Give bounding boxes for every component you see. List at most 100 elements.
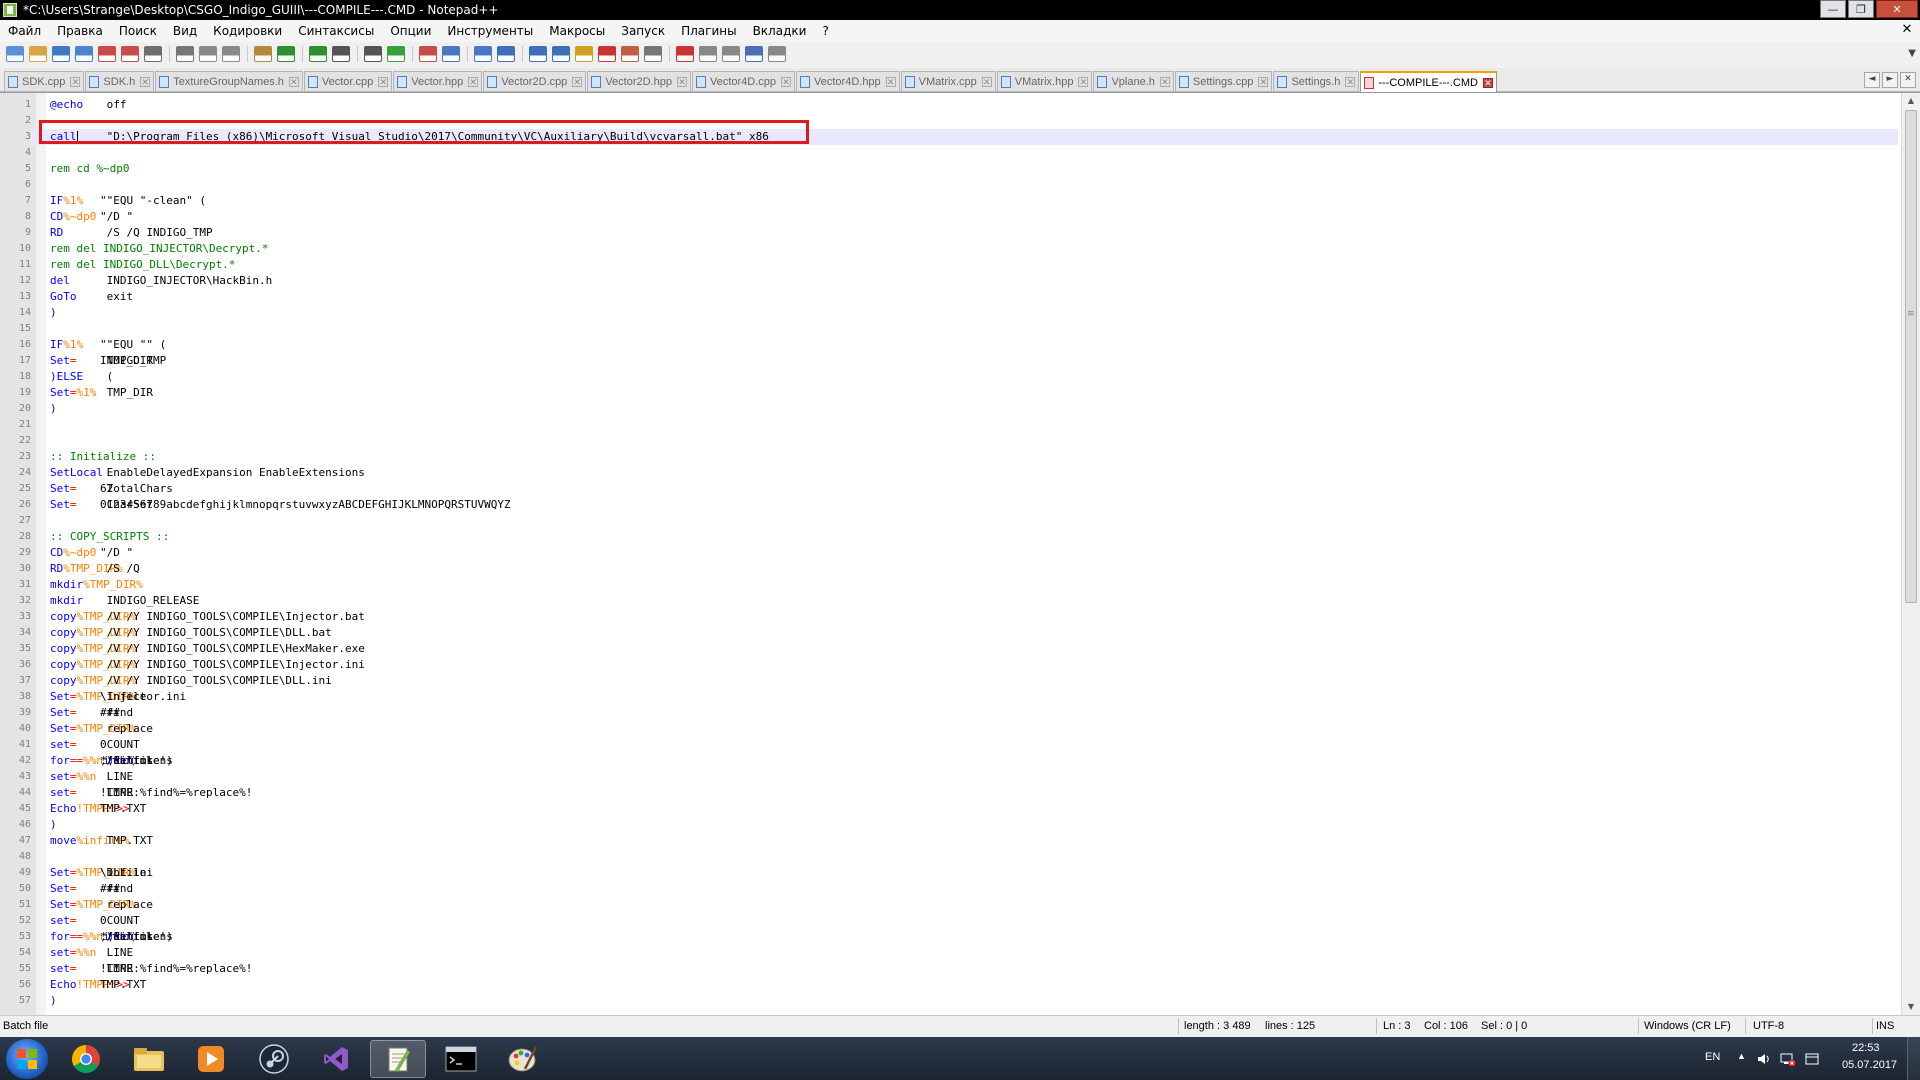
tray-language[interactable]: EN xyxy=(1705,1051,1720,1063)
tab-close-icon[interactable]: ✕ xyxy=(572,76,583,87)
code-line[interactable]: 44 set TMPR = !LINE:%find%=%replace%! xyxy=(0,785,1898,801)
tab-vplane-h[interactable]: Vplane.h ✕ xyxy=(1093,71,1174,91)
taskbar-paint[interactable] xyxy=(495,1040,551,1078)
scroll-up-icon[interactable]: ▲ xyxy=(1904,94,1918,108)
tab-settings-cpp[interactable]: Settings.cpp ✕ xyxy=(1174,71,1273,91)
code-line[interactable]: 22 xyxy=(0,433,1898,449)
code-line[interactable]: 52 set COUNT = 0 xyxy=(0,913,1898,929)
tab-close-icon[interactable]: ✕ xyxy=(676,76,687,87)
tab-close-icon[interactable]: ✕ xyxy=(1258,76,1269,87)
menu-plugins[interactable]: Плагины xyxy=(673,24,744,38)
cut-icon[interactable] xyxy=(176,46,194,62)
code-line[interactable]: 21 xyxy=(0,417,1898,433)
word-wrap-icon[interactable] xyxy=(474,46,492,62)
taskbar-visual-studio[interactable] xyxy=(308,1040,364,1078)
copy-icon[interactable] xyxy=(199,46,217,62)
tab-vector2d-cpp[interactable]: Vector2D.cpp ✕ xyxy=(483,71,587,91)
code-line[interactable]: 17 Set TMP_DIR = INDIGO_TMP xyxy=(0,353,1898,369)
tab-close-icon[interactable]: ✕ xyxy=(140,76,151,87)
play-macro-icon[interactable] xyxy=(722,46,740,62)
show-all-chars-icon[interactable] xyxy=(497,46,515,62)
code-line[interactable]: 49 Set infile =%TMP_DIR% \DLL.ini xyxy=(0,865,1898,881)
menu-encoding[interactable]: Кодировки xyxy=(205,24,290,38)
action-center-icon[interactable] xyxy=(1804,1051,1820,1067)
code-line[interactable]: 12 del INDIGO_INJECTOR\HackBin.h xyxy=(0,273,1898,289)
run-macro-multiple-icon[interactable] xyxy=(745,46,763,62)
tab-close-icon[interactable]: ✕ xyxy=(468,76,479,87)
tray-date[interactable]: 05.07.2017 xyxy=(1842,1059,1897,1071)
tray-show-hidden-icon[interactable]: ▲ xyxy=(1737,1051,1746,1061)
code-line[interactable]: 57) xyxy=(0,993,1898,1009)
save-icon[interactable] xyxy=(52,46,70,62)
code-line[interactable]: 50 Set find = ### xyxy=(0,881,1898,897)
new-file-icon[interactable] xyxy=(6,46,24,62)
start-button[interactable] xyxy=(6,1039,48,1079)
taskbar-chrome[interactable] xyxy=(58,1040,114,1078)
code-line[interactable]: 56 Echo !TMPR!>> TMP.TXT xyxy=(0,977,1898,993)
code-line[interactable]: 20) xyxy=(0,401,1898,417)
code-line[interactable]: 39 Set find = ### xyxy=(0,705,1898,721)
replace-icon[interactable] xyxy=(332,46,350,62)
menu-macro[interactable]: Макросы xyxy=(541,24,613,38)
code-editor[interactable]: 1 @echo off 2 3 call "D:\Program Files (x86)… xyxy=(0,92,1920,1015)
tab-scroll-right-button[interactable]: ► xyxy=(1882,72,1898,88)
menu-view[interactable]: Вид xyxy=(165,24,205,38)
code-line[interactable]: 6 xyxy=(0,177,1898,193)
tab-close-icon[interactable]: ✕ xyxy=(1345,76,1356,87)
restore-button[interactable]: ❐ xyxy=(1848,0,1874,18)
tab-vmatrix-cpp[interactable]: VMatrix.cpp ✕ xyxy=(900,71,996,91)
tab-vector4d-hpp[interactable]: Vector4D.hpp ✕ xyxy=(796,71,900,91)
tab-close-icon[interactable]: ✕ xyxy=(288,76,299,87)
code-line[interactable]: 2 xyxy=(0,113,1898,129)
code-line[interactable]: 25 Set TotalChars = 62 xyxy=(0,481,1898,497)
code-line[interactable]: 29 CD /D " %~dp0 " xyxy=(0,545,1898,561)
tab-close-icon[interactable]: ✕ xyxy=(1159,76,1170,87)
record-macro-icon[interactable] xyxy=(676,46,694,62)
indent-guide-icon[interactable] xyxy=(529,46,547,62)
save-macro-icon[interactable] xyxy=(768,46,786,62)
zoom-out-icon[interactable] xyxy=(387,46,405,62)
code-line[interactable]: 48 xyxy=(0,849,1898,865)
tab-vector-cpp[interactable]: Vector.cpp ✕ xyxy=(303,71,393,91)
code-line[interactable]: 42 for /F "tokens = * delims = ," %%n in (!in… xyxy=(0,753,1898,769)
code-line[interactable]: 11 rem del INDIGO_DLL\Decrypt.* xyxy=(0,257,1898,273)
code-line[interactable]: 16 IF " %1% " EQU "" ( xyxy=(0,337,1898,353)
tab-scroll-left-button[interactable]: ◄ xyxy=(1864,72,1880,88)
define-language-icon[interactable] xyxy=(552,46,570,62)
code-line[interactable]: 32 mkdir INDIGO_RELEASE xyxy=(0,593,1898,609)
menu-run[interactable]: Запуск xyxy=(613,24,673,38)
code-line[interactable]: 40 Set replace =%TMP_DIR% xyxy=(0,721,1898,737)
sync-horizontal-icon[interactable] xyxy=(442,46,460,62)
network-warning-icon[interactable] xyxy=(1780,1051,1796,1067)
menu-edit[interactable]: Правка xyxy=(49,24,111,38)
code-line[interactable]: 8 CD /D " %~dp0 " xyxy=(0,209,1898,225)
minimize-button[interactable]: — xyxy=(1820,0,1846,18)
toolbar-overflow-icon[interactable]: ▼ xyxy=(1908,48,1916,59)
show-desktop-button[interactable] xyxy=(1907,1037,1920,1080)
redo-icon[interactable] xyxy=(277,46,295,62)
undo-icon[interactable] xyxy=(254,46,272,62)
tab-sdk-cpp[interactable]: SDK.cpp ✕ xyxy=(4,71,85,91)
code-line[interactable]: 15 xyxy=(0,321,1898,337)
menu-search[interactable]: Поиск xyxy=(111,24,165,38)
stop-record-icon[interactable] xyxy=(699,46,717,62)
code-line[interactable]: 1 @echo off xyxy=(0,97,1898,113)
find-icon[interactable] xyxy=(309,46,327,62)
code-line[interactable]: 53 for /F "tokens = * delims = ," %%n in (!in… xyxy=(0,929,1898,945)
scrollbar-thumb[interactable] xyxy=(1905,110,1917,603)
code-line[interactable]: 27 xyxy=(0,513,1898,529)
tab-close-icon[interactable]: ✕ xyxy=(1482,77,1493,88)
folder-workspace-icon[interactable] xyxy=(621,46,639,62)
code-line[interactable]: 47 move TMP.TXT %infile% xyxy=(0,833,1898,849)
code-line[interactable]: 46) xyxy=(0,817,1898,833)
code-line[interactable]: 14) xyxy=(0,305,1898,321)
code-line[interactable]: 24 SetLocal EnableDelayedExpansion Enable… xyxy=(0,465,1898,481)
paste-icon[interactable] xyxy=(222,46,240,62)
close-icon[interactable] xyxy=(98,46,116,62)
tab-compile-cmd[interactable]: ---COMPILE---.CMD ✕ xyxy=(1360,71,1497,92)
tab-close-icon[interactable]: ✕ xyxy=(70,76,81,87)
code-lines[interactable]: 1 @echo off 2 3 call "D:\Program Files (x86)… xyxy=(0,97,1898,1009)
print-icon[interactable] xyxy=(144,46,162,62)
function-list-icon[interactable] xyxy=(598,46,616,62)
tab-close-icon[interactable]: ✕ xyxy=(981,76,992,87)
